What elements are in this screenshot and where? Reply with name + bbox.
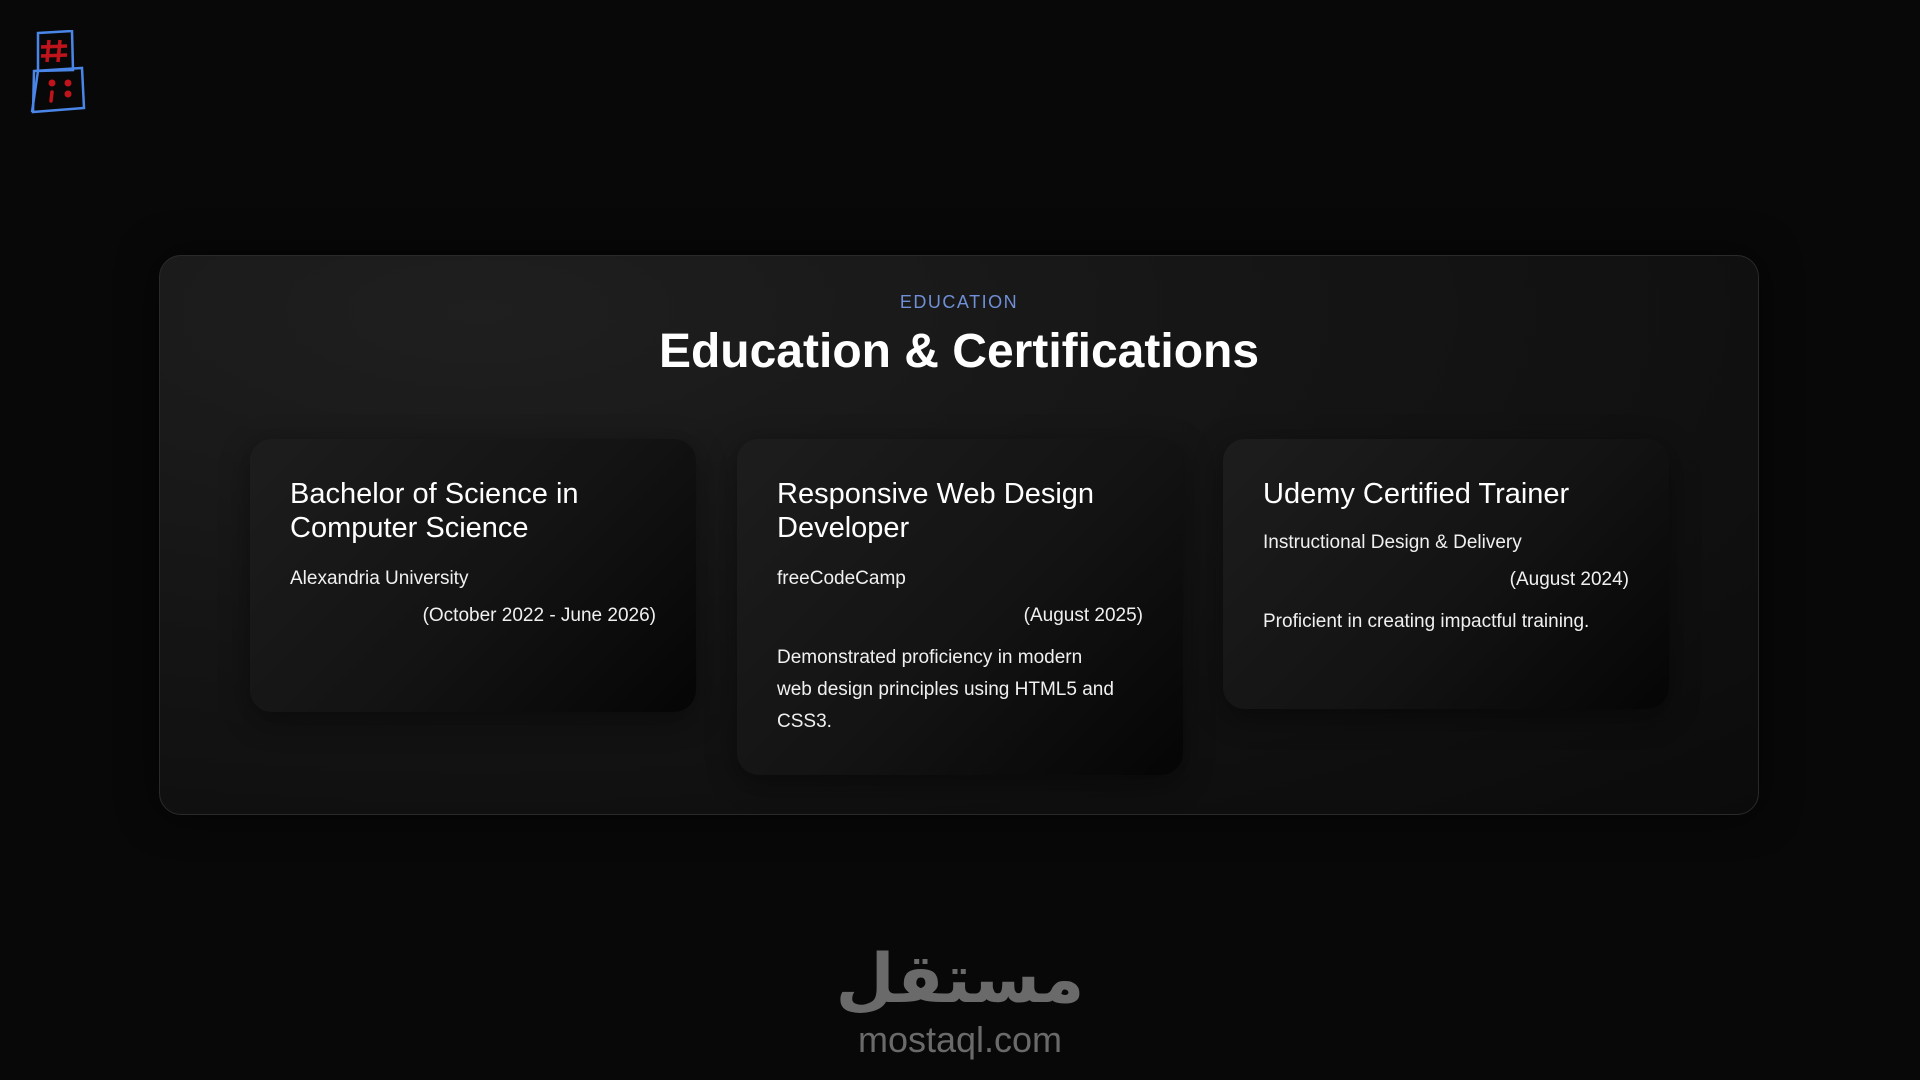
card-description: Proficient in creating impactful trainin… bbox=[1263, 611, 1590, 632]
watermark-latin-text: mostaql.com bbox=[857, 1019, 1063, 1060]
section-title: Education & Certifications bbox=[658, 325, 1260, 378]
card-date: (August 2024) bbox=[1509, 569, 1629, 590]
card-date: (August 2025) bbox=[1023, 605, 1143, 626]
certification-card-freecodecamp: Responsive Web Design Developer freeCode… bbox=[737, 439, 1183, 775]
card-title: Bachelor of Science in Computer Science bbox=[290, 478, 579, 544]
education-card-bachelor: Bachelor of Science in Computer Science … bbox=[250, 439, 696, 712]
watermark-arabic-text: مستقل bbox=[835, 940, 1085, 1019]
card-organization: freeCodeCamp bbox=[777, 568, 906, 589]
card-organization: Alexandria University bbox=[290, 568, 469, 589]
card-title: Responsive Web Design Developer bbox=[777, 478, 1095, 544]
page: EDUCATION Education & Certifications Bac… bbox=[0, 0, 1920, 1080]
card-description: Demonstrated proficiency in modern web d… bbox=[777, 647, 1114, 732]
logo-svg bbox=[30, 29, 86, 114]
education-panel: EDUCATION Education & Certifications Bac… bbox=[159, 255, 1759, 815]
card-title: Udemy Certified Trainer bbox=[1263, 478, 1570, 510]
card-date: (October 2022 - June 2026) bbox=[422, 605, 656, 626]
card-organization: Instructional Design & Delivery bbox=[1263, 532, 1522, 553]
mostaql-watermark: مستقل mostaql.com bbox=[0, 940, 1920, 1060]
logo-icon[interactable] bbox=[30, 29, 90, 116]
certification-card-udemy: Udemy Certified Trainer Instructional De… bbox=[1223, 439, 1669, 709]
section-eyebrow: EDUCATION bbox=[899, 292, 1019, 312]
